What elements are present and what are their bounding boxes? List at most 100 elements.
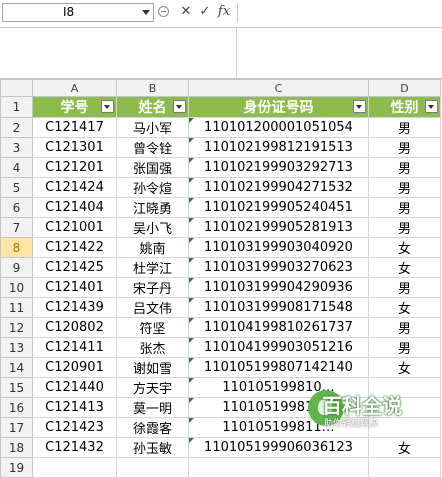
cell-sex[interactable]: 男 (368, 177, 441, 198)
cell-sex[interactable]: 男 (368, 277, 441, 298)
row-header[interactable]: 5 (0, 177, 33, 198)
row-header[interactable]: 1 (0, 96, 33, 118)
cell-idcard[interactable]: 110103199903270623 (188, 257, 369, 278)
cell-sex[interactable]: 男 (368, 197, 441, 218)
cell-student-id[interactable]: C120802 (32, 317, 117, 338)
row-header[interactable]: 13 (0, 337, 33, 358)
cell-sex[interactable]: 男 (368, 217, 441, 238)
cell-idcard[interactable]: 110103199903040920 (188, 237, 369, 258)
row-header[interactable]: 15 (0, 377, 33, 398)
filter-dropdown-icon[interactable] (173, 100, 186, 113)
select-all-corner[interactable] (0, 79, 33, 97)
row-header[interactable]: 10 (0, 277, 33, 298)
cell-name[interactable]: 方天宇 (116, 377, 189, 398)
cell-name[interactable]: 杜学江 (116, 257, 189, 278)
cell-sex[interactable]: 女 (368, 297, 441, 318)
cell-student-id[interactable]: C121424 (32, 177, 117, 198)
cell-name[interactable]: 江晓勇 (116, 197, 189, 218)
cell-name[interactable]: 曾令铨 (116, 137, 189, 158)
cell-sex[interactable]: 女 (368, 237, 441, 258)
cell-sex[interactable]: 男 (368, 317, 441, 338)
filter-dropdown-icon[interactable] (353, 100, 366, 113)
row-header[interactable]: 12 (0, 317, 33, 338)
cell-name[interactable]: 孙令煊 (116, 177, 189, 198)
cell-name[interactable]: 宋子丹 (116, 277, 189, 298)
cell-student-id[interactable]: C121440 (32, 377, 117, 398)
cell-student-id[interactable]: C120901 (32, 357, 117, 378)
insert-function-icon[interactable]: fx (216, 3, 232, 21)
cell-student-id[interactable]: C121417 (32, 117, 117, 138)
row-header[interactable]: 16 (0, 397, 33, 418)
row-header[interactable]: 11 (0, 297, 33, 318)
cell-sex[interactable]: 男 (368, 337, 441, 358)
row-header[interactable]: 7 (0, 217, 33, 238)
cell-idcard[interactable]: 110104199903051216 (188, 337, 369, 358)
filter-dropdown-icon[interactable] (425, 100, 438, 113)
cell-student-id[interactable]: C121432 (32, 437, 117, 458)
cell-name[interactable]: 徐霞客 (116, 417, 189, 438)
cell-sex[interactable]: 女 (368, 437, 441, 458)
cell-sex[interactable]: 男 (368, 157, 441, 178)
cell-student-id[interactable]: C121413 (32, 397, 117, 418)
cell-name[interactable]: 吴小飞 (116, 217, 189, 238)
row-header[interactable]: 17 (0, 417, 33, 438)
cell-student-id[interactable]: C121201 (32, 157, 117, 178)
cell-student-id[interactable]: C121301 (32, 137, 117, 158)
resize-handle-icon[interactable] (158, 6, 169, 17)
row-header[interactable]: 14 (0, 357, 33, 378)
cell-name[interactable]: 张杰 (116, 337, 189, 358)
cell-name[interactable]: 孙玉敏 (116, 437, 189, 458)
cell-name[interactable]: 马小军 (116, 117, 189, 138)
cell-student-id[interactable]: C121001 (32, 217, 117, 238)
cell-sex[interactable]: 男 (368, 137, 441, 158)
cell-student-id[interactable]: C121425 (32, 257, 117, 278)
cell-idcard[interactable]: 110103199904290936 (188, 277, 369, 298)
cell-name[interactable]: 吕文伟 (116, 297, 189, 318)
column-header-c[interactable]: C (188, 79, 369, 97)
cell-student-id[interactable]: C121423 (32, 417, 117, 438)
header-cell-name[interactable]: 姓名 (116, 96, 189, 118)
cell-student-id[interactable]: C121401 (32, 277, 117, 298)
cell-name[interactable]: 张国强 (116, 157, 189, 178)
cell-student-id[interactable]: C121439 (32, 297, 117, 318)
cell-sex[interactable]: 女 (368, 357, 441, 378)
cancel-icon[interactable]: ✕ (178, 3, 194, 21)
formula-input[interactable] (237, 3, 442, 23)
row-header[interactable]: 6 (0, 197, 33, 218)
name-box[interactable]: I8 (2, 3, 154, 22)
row-header[interactable]: 2 (0, 117, 33, 138)
cell-idcard[interactable]: 110101200001051054 (188, 117, 369, 138)
cell-name[interactable]: 莫一明 (116, 397, 189, 418)
chevron-down-icon[interactable] (142, 10, 150, 15)
cell-idcard[interactable]: 110102199905281913 (188, 217, 369, 238)
filter-dropdown-icon[interactable] (101, 100, 114, 113)
cell-student-id[interactable]: C121411 (32, 337, 117, 358)
row-header[interactable]: 8 (0, 237, 33, 258)
header-cell-id[interactable]: 学号 (32, 96, 117, 118)
row-header[interactable]: 9 (0, 257, 33, 278)
row-header[interactable]: 18 (0, 437, 33, 458)
header-cell-sex[interactable]: 性别 (368, 96, 441, 118)
cell-idcard[interactable]: 110105199807142140 (188, 357, 369, 378)
cell-idcard[interactable]: 110104199810261737 (188, 317, 369, 338)
cell-name[interactable]: 符坚 (116, 317, 189, 338)
row-header[interactable]: 3 (0, 137, 33, 158)
column-header-d[interactable]: D (368, 79, 441, 97)
cell-name[interactable]: 姚南 (116, 237, 189, 258)
cell-name[interactable]: 谢如雪 (116, 357, 189, 378)
cell-student-id[interactable]: C121422 (32, 237, 117, 258)
cell-idcard[interactable]: 110102199812191513 (188, 137, 369, 158)
cell-idcard[interactable]: 110102199903292713 (188, 157, 369, 178)
header-cell-idcard[interactable]: 身份证号码 (188, 96, 369, 118)
column-header-a[interactable]: A (32, 79, 117, 97)
cell-idcard[interactable]: 110103199908171548 (188, 297, 369, 318)
enter-icon[interactable]: ✓ (197, 3, 213, 21)
cell-student-id[interactable]: C121404 (32, 197, 117, 218)
row-header[interactable]: 4 (0, 157, 33, 178)
cell-sex[interactable]: 男 (368, 117, 441, 138)
cell-sex[interactable]: 女 (368, 257, 441, 278)
column-header-b[interactable]: B (116, 79, 189, 97)
cell-idcard[interactable]: 110102199904271532 (188, 177, 369, 198)
cell-idcard[interactable]: 110105199906036123 (188, 437, 369, 458)
cell-idcard[interactable]: 110102199905240451 (188, 197, 369, 218)
